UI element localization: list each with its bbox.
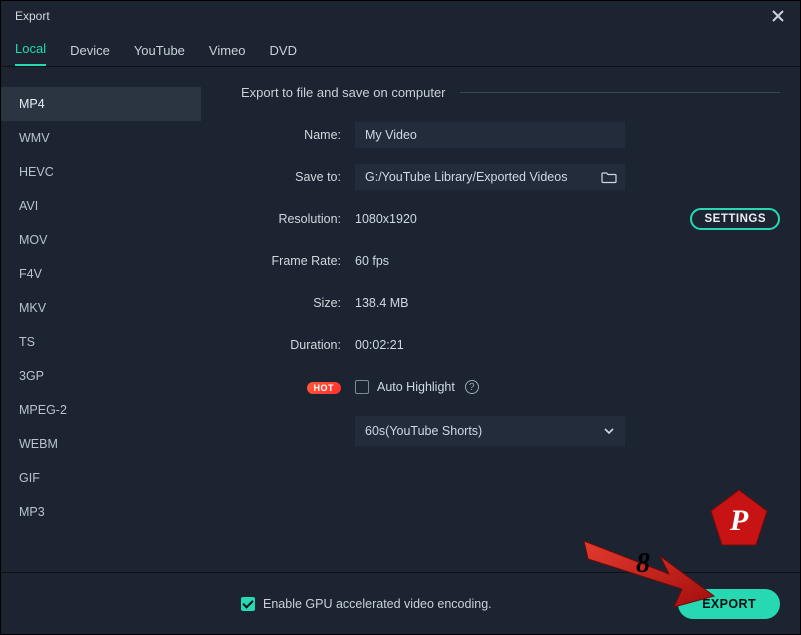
- auto-highlight-label: Auto Highlight: [377, 380, 455, 394]
- framerate-label: Frame Rate:: [241, 254, 341, 268]
- format-hevc[interactable]: HEVC: [1, 155, 201, 189]
- framerate-value: 60 fps: [355, 254, 389, 268]
- tab-local[interactable]: Local: [15, 41, 46, 66]
- gpu-label: Enable GPU accelerated video encoding.: [263, 597, 492, 611]
- format-f4v[interactable]: F4V: [1, 257, 201, 291]
- format-mp3[interactable]: MP3: [1, 495, 201, 529]
- close-icon: [772, 10, 784, 22]
- settings-button[interactable]: SETTINGS: [690, 208, 780, 230]
- saveto-path: G:/YouTube Library/Exported Videos: [365, 170, 601, 184]
- duration-value: 00:02:21: [355, 338, 404, 352]
- hot-badge: HOT: [307, 382, 342, 394]
- format-ts[interactable]: TS: [1, 325, 201, 359]
- gpu-checkbox[interactable]: [241, 597, 255, 611]
- format-avi[interactable]: AVI: [1, 189, 201, 223]
- export-button[interactable]: EXPORT: [678, 589, 780, 619]
- saveto-label: Save to:: [241, 170, 341, 184]
- duration-label: Duration:: [241, 338, 341, 352]
- size-value: 138.4 MB: [355, 296, 409, 310]
- section-header: Export to file and save on computer: [241, 85, 780, 100]
- titlebar: Export: [1, 1, 800, 31]
- format-sidebar: MP4 WMV HEVC AVI MOV F4V MKV TS 3GP MPEG…: [1, 67, 201, 573]
- dialog-body: MP4 WMV HEVC AVI MOV F4V MKV TS 3GP MPEG…: [1, 67, 800, 573]
- name-input[interactable]: [355, 122, 625, 148]
- format-webm[interactable]: WEBM: [1, 427, 201, 461]
- tab-bar: Local Device YouTube Vimeo DVD: [1, 31, 800, 67]
- chevron-down-icon: [603, 425, 615, 437]
- resolution-value: 1080x1920: [355, 212, 417, 226]
- section-divider: [460, 92, 780, 93]
- tab-youtube[interactable]: YouTube: [134, 43, 185, 66]
- format-mov[interactable]: MOV: [1, 223, 201, 257]
- tab-device[interactable]: Device: [70, 43, 110, 66]
- format-3gp[interactable]: 3GP: [1, 359, 201, 393]
- highlight-duration-select[interactable]: 60s(YouTube Shorts): [355, 416, 625, 446]
- auto-highlight-checkbox[interactable]: [355, 380, 369, 394]
- tab-vimeo[interactable]: Vimeo: [209, 43, 246, 66]
- tab-dvd[interactable]: DVD: [270, 43, 297, 66]
- highlight-duration-value: 60s(YouTube Shorts): [365, 424, 603, 438]
- window-title: Export: [15, 9, 50, 23]
- main-panel: Export to file and save on computer Name…: [201, 67, 800, 573]
- format-wmv[interactable]: WMV: [1, 121, 201, 155]
- format-gif[interactable]: GIF: [1, 461, 201, 495]
- close-button[interactable]: [766, 4, 790, 28]
- name-label: Name:: [241, 128, 341, 142]
- format-mkv[interactable]: MKV: [1, 291, 201, 325]
- resolution-label: Resolution:: [241, 212, 341, 226]
- footer: Enable GPU accelerated video encoding. E…: [1, 572, 800, 634]
- format-mpeg2[interactable]: MPEG-2: [1, 393, 201, 427]
- export-dialog: Export Local Device YouTube Vimeo DVD MP…: [0, 0, 801, 635]
- saveto-field[interactable]: G:/YouTube Library/Exported Videos: [355, 164, 625, 190]
- size-label: Size:: [241, 296, 341, 310]
- help-icon[interactable]: ?: [465, 380, 479, 394]
- folder-icon[interactable]: [601, 170, 617, 184]
- section-label: Export to file and save on computer: [241, 85, 446, 100]
- format-mp4[interactable]: MP4: [1, 87, 201, 121]
